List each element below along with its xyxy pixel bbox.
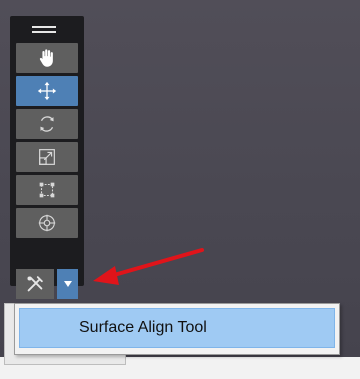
transform-icon [38, 214, 56, 232]
rect-transform-icon [39, 182, 55, 198]
rect-transform-tool-button[interactable] [16, 175, 78, 205]
move-tool-button[interactable] [16, 76, 78, 106]
dropdown-arrow-icon [63, 281, 72, 287]
scale-tool-button[interactable] [16, 142, 78, 172]
custom-tool-dropdown-button[interactable] [57, 269, 78, 299]
surface-align-tool-item[interactable]: Surface Align Tool [19, 308, 335, 348]
scale-icon [39, 149, 55, 165]
menu-item-label: Surface Align Tool [79, 319, 207, 336]
custom-tool-button[interactable] [16, 269, 54, 299]
hand-tool-button[interactable] [16, 43, 78, 73]
move-icon [37, 81, 57, 101]
annotation-arrow [93, 248, 204, 285]
transform-tool-button[interactable] [16, 208, 78, 238]
palette-grip-line[interactable] [32, 26, 56, 28]
rotate-icon [40, 116, 54, 132]
surface-align-icon [27, 276, 43, 292]
custom-tool-menu: Surface Align Tool [14, 303, 340, 355]
tool-palette [10, 16, 84, 299]
palette-grip-line[interactable] [32, 31, 56, 33]
hand-icon [39, 49, 53, 67]
rotate-tool-button[interactable] [16, 109, 78, 139]
